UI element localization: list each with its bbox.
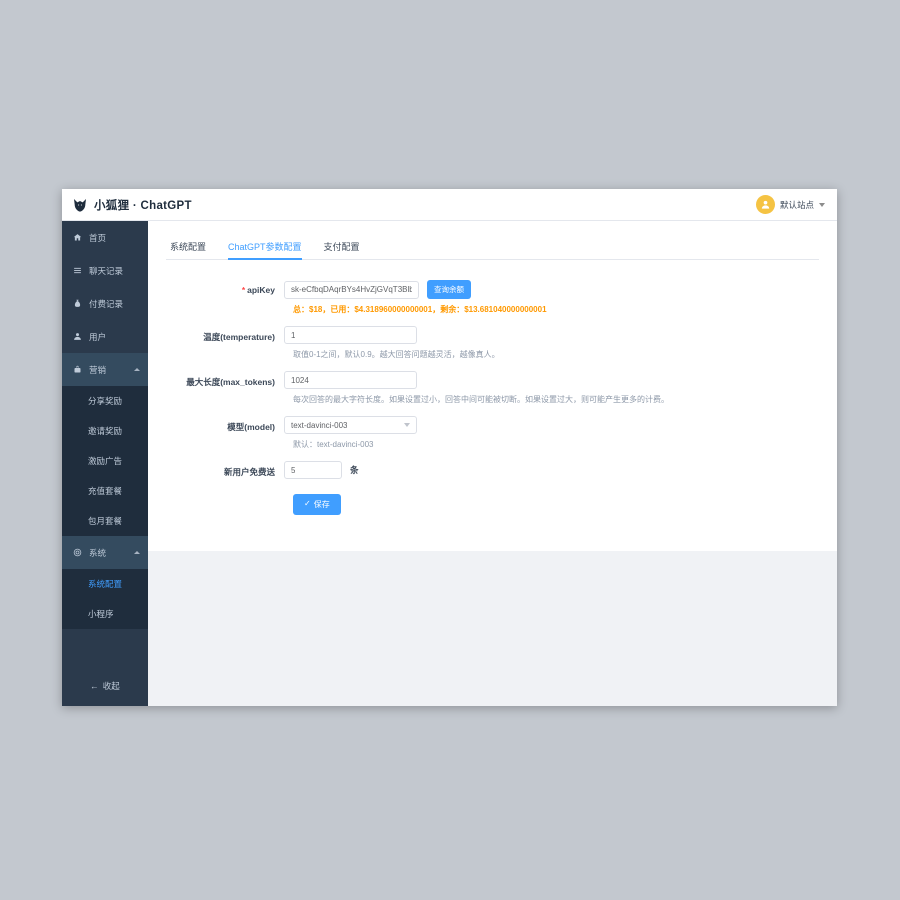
sidebar-item-label: 首页 <box>89 232 107 243</box>
top-header-bar: 小狐狸 · ChatGPT 默认站点 <box>62 189 837 221</box>
list-icon <box>72 266 82 275</box>
sidebar-item-users[interactable]: 用户 <box>62 320 148 353</box>
chatgpt-params-form: * apiKey sk-eCfbqDAqrBYs4HvZjGVqT3Blbk 查询… <box>166 260 819 515</box>
fox-icon <box>72 197 88 213</box>
save-button-label: 保存 <box>313 499 330 509</box>
sidebar-item-marketing[interactable]: 营销 <box>62 353 148 386</box>
sidebar-subitem-invite-reward[interactable]: 邀请奖励 <box>62 416 148 446</box>
free-quota-unit-label: 条 <box>350 465 359 475</box>
model-help-text: 默认：text-davinci-003 <box>293 440 374 449</box>
free-quota-input[interactable]: 5 <box>284 461 342 479</box>
apikey-field-group: sk-eCfbqDAqrBYs4HvZjGVqT3Blbk 查询余额 <box>284 280 471 299</box>
sidebar-item-label: 用户 <box>89 331 107 342</box>
sidebar-subitem-system-config[interactable]: 系统配置 <box>62 569 148 599</box>
sidebar-collapse-button[interactable]: ← 收起 <box>62 666 148 706</box>
sidebar-submenu-marketing: 分享奖励 邀请奖励 激励广告 充值套餐 包月套餐 <box>62 386 148 536</box>
settings-card: 系统配置 ChatGPT参数配置 支付配置 * apiKey sk-eCfbqD… <box>148 221 837 551</box>
sidebar-collapse-label: 收起 <box>102 681 120 691</box>
sidebar-item-chat-records[interactable]: 聊天记录 <box>62 254 148 287</box>
tab-payment-config[interactable]: 支付配置 <box>324 240 360 259</box>
site-switcher[interactable]: 默认站点 <box>755 195 825 214</box>
sidebar-item-label: 营销 <box>89 364 107 375</box>
sidebar-item-label: 付费记录 <box>89 298 124 309</box>
free-quota-label: 新用户免费送 <box>223 467 275 477</box>
tab-label: ChatGPT参数配置 <box>228 242 302 252</box>
temperature-input-value: 1 <box>291 330 296 340</box>
temperature-field-group: 1 <box>284 326 417 344</box>
chevron-down-icon <box>404 423 410 427</box>
settings-tabs: 系统配置 ChatGPT参数配置 支付配置 <box>166 233 819 260</box>
model-label: 模型(model) <box>227 422 275 432</box>
briefcase-icon <box>72 365 82 374</box>
sidebar-subitem-label: 分享奖励 <box>88 396 123 406</box>
home-icon <box>72 233 82 242</box>
tab-system-config[interactable]: 系统配置 <box>170 240 206 259</box>
tab-label: 系统配置 <box>170 242 207 252</box>
gear-icon <box>72 548 82 557</box>
temperature-help-text: 取值0-1之间，默认0.9。越大回答问题越灵活，越像真人。 <box>293 350 500 359</box>
tab-chatgpt-params[interactable]: ChatGPT参数配置 <box>228 240 302 260</box>
sidebar-item-payment-records[interactable]: 付费记录 <box>62 287 148 320</box>
chevron-down-icon[interactable] <box>819 202 825 207</box>
form-row-model: 模型(model) text-davinci-003 <box>166 416 819 434</box>
temperature-label: 温度(temperature) <box>203 332 275 342</box>
form-row-apikey: * apiKey sk-eCfbqDAqrBYs4HvZjGVqT3Blbk 查询… <box>166 280 819 299</box>
sidebar-subitem-label: 包月套餐 <box>88 516 123 526</box>
form-row-temperature: 温度(temperature) 1 <box>166 326 819 344</box>
max-tokens-input[interactable]: 1024 <box>284 371 417 389</box>
sidebar-subitem-label: 邀请奖励 <box>88 426 123 436</box>
sidebar-subitem-label: 充值套餐 <box>88 486 123 496</box>
sidebar-item-label: 聊天记录 <box>89 265 124 276</box>
sidebar-subitem-share-reward[interactable]: 分享奖励 <box>62 386 148 416</box>
model-select-value: text-davinci-003 <box>291 420 348 430</box>
query-balance-label: 查询余额 <box>434 285 464 294</box>
chevron-up-icon <box>134 551 140 554</box>
save-button[interactable]: ✓ 保存 <box>293 493 341 515</box>
model-field-group: text-davinci-003 <box>284 416 417 434</box>
sidebar-subitem-monthly-package[interactable]: 包月套餐 <box>62 506 148 536</box>
sidebar-subitem-label: 激励广告 <box>88 456 123 466</box>
free-quota-input-value: 5 <box>291 465 296 475</box>
sidebar-item-system[interactable]: 系统 <box>62 536 148 569</box>
save-row: ✓ 保存 <box>293 493 819 515</box>
apikey-label: * apiKey <box>166 280 284 295</box>
balance-status-text: 总：$18，已用：$4.318960000000001，剩余：$13.68104… <box>293 305 547 314</box>
user-avatar-icon <box>755 195 775 214</box>
content-area: 系统配置 ChatGPT参数配置 支付配置 * apiKey sk-eCfbqD… <box>148 221 837 706</box>
apikey-input-value: sk-eCfbqDAqrBYs4HvZjGVqT3Blbk <box>291 285 412 294</box>
apikey-label-text: apiKey <box>247 285 275 295</box>
sidebar-subitem-label: 系统配置 <box>88 579 123 589</box>
brand[interactable]: 小狐狸 · ChatGPT <box>72 197 192 213</box>
sidebar-subitem-miniprogram[interactable]: 小程序 <box>62 599 148 629</box>
sidebar-item-home[interactable]: 首页 <box>62 221 148 254</box>
free-quota-field-group: 5 条 <box>284 461 359 479</box>
apikey-input[interactable]: sk-eCfbqDAqrBYs4HvZjGVqT3Blbk <box>284 280 419 299</box>
user-icon <box>72 332 82 341</box>
sidebar-menu: 首页 聊天记录 付费记录 用户 营销 分享奖励 邀请奖励 激励广告 充值套餐 包… <box>62 221 148 666</box>
app-window: 小狐狸 · ChatGPT 默认站点 首页 聊天记录 付费记录 用户 营销 分享… <box>62 189 837 706</box>
form-row-free-quota: 新用户免费送 5 条 <box>166 461 819 479</box>
required-marker: * <box>241 285 246 295</box>
form-row-max-tokens: 最大长度(max_tokens) 1024 <box>166 371 819 389</box>
site-name-label: 默认站点 <box>779 199 814 210</box>
sidebar-item-label: 系统 <box>89 547 107 558</box>
check-icon: ✓ <box>304 499 311 508</box>
sidebar-subitem-label: 小程序 <box>88 609 114 619</box>
sidebar: 首页 聊天记录 付费记录 用户 营销 分享奖励 邀请奖励 激励广告 充值套餐 包… <box>62 221 148 706</box>
sidebar-subitem-recharge-package[interactable]: 充值套餐 <box>62 476 148 506</box>
query-balance-button[interactable]: 查询余额 <box>427 280 471 299</box>
max-tokens-help-text: 每次回答的最大字符长度。如果设置过小，回答中间可能被切断。如果设置过大，则可能产… <box>293 395 669 404</box>
arrow-left-icon: ← <box>90 681 99 691</box>
max-tokens-field-group: 1024 <box>284 371 417 389</box>
tab-label: 支付配置 <box>323 242 360 252</box>
sidebar-subitem-incentive-ads[interactable]: 激励广告 <box>62 446 148 476</box>
money-bag-icon <box>72 299 82 308</box>
max-tokens-input-value: 1024 <box>291 375 309 385</box>
temperature-input[interactable]: 1 <box>284 326 417 344</box>
sidebar-submenu-system: 系统配置 小程序 <box>62 569 148 629</box>
chevron-up-icon <box>134 368 140 371</box>
max-tokens-label: 最大长度(max_tokens) <box>186 377 275 387</box>
model-select[interactable]: text-davinci-003 <box>284 416 417 434</box>
brand-title: 小狐狸 · ChatGPT <box>94 199 192 212</box>
